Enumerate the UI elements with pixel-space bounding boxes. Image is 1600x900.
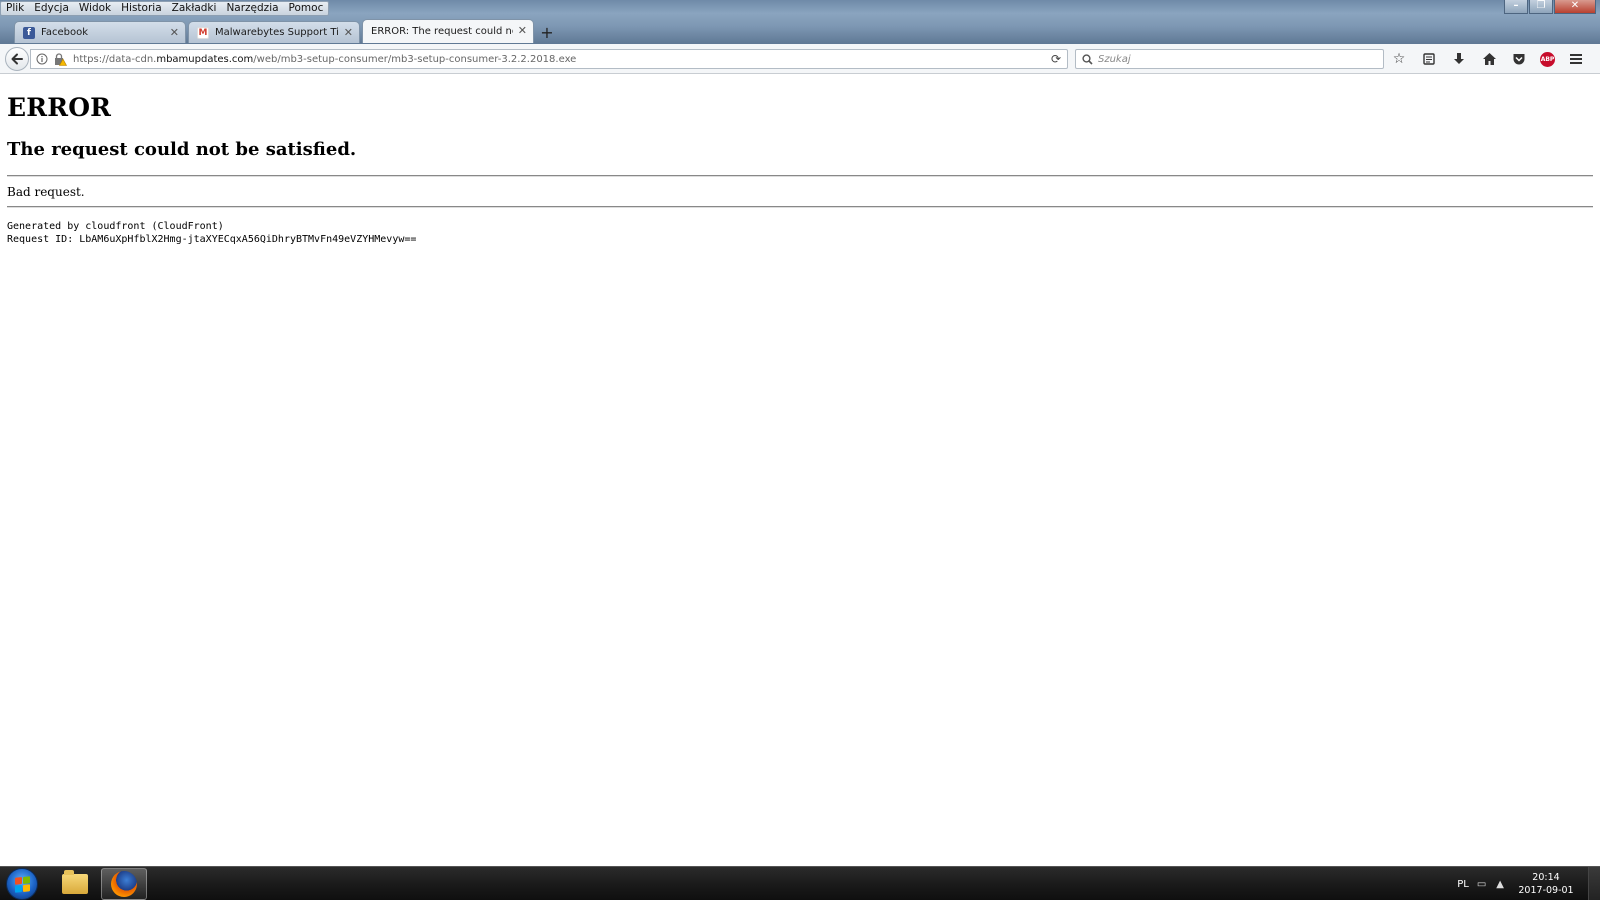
pocket-icon[interactable] [1510, 50, 1528, 68]
restore-button[interactable]: ❐ [1529, 0, 1553, 14]
search-placeholder: Szukaj [1098, 53, 1131, 65]
divider [7, 206, 1593, 208]
menu-history[interactable]: Historia [116, 2, 167, 15]
gmail-icon: M [197, 26, 209, 39]
toolbar-icons: ☆ ABP [1390, 50, 1585, 68]
tab-title: Facebook [41, 27, 88, 38]
tab-malwarebytes-ticket[interactable]: M Malwarebytes Support Ticket ✕ [188, 21, 360, 43]
folder-icon [62, 870, 88, 894]
close-icon[interactable]: ✕ [170, 26, 179, 39]
tab-strip: f Facebook ✕ M Malwarebytes Support Tick… [0, 19, 1600, 43]
download-icon[interactable] [1450, 50, 1468, 68]
windows-taskbar: PL ▭ ▲ 20:14 2017-09-01 [0, 866, 1600, 900]
clock-date: 2017-09-01 [1518, 885, 1574, 896]
clock[interactable]: 20:14 2017-09-01 [1514, 871, 1578, 897]
cloudfront-details: Generated by cloudfront (CloudFront) Requ… [7, 220, 1593, 246]
url-prefix: https://data-cdn. [73, 53, 157, 65]
back-button[interactable] [5, 47, 29, 71]
menu-view[interactable]: Widok [74, 2, 116, 15]
language-indicator[interactable]: PL [1457, 879, 1469, 890]
info-icon[interactable] [35, 52, 49, 66]
menu-edit[interactable]: Edycja [29, 2, 74, 15]
new-tab-button[interactable]: + [536, 21, 558, 43]
insecure-lock-warning-icon[interactable] [53, 52, 67, 66]
hamburger-menu-icon[interactable] [1567, 50, 1585, 68]
tab-error-page[interactable]: ERROR: The request could not be satisfie… [362, 19, 534, 43]
menu-bar: Plik Edycja Widok Historia Zakładki Narz… [0, 1, 330, 16]
close-icon[interactable]: ✕ [518, 24, 527, 37]
window-titlebar: Plik Edycja Widok Historia Zakładki Narz… [0, 0, 1600, 44]
show-hidden-icons-icon[interactable]: ▲ [1496, 879, 1504, 890]
home-icon[interactable] [1480, 50, 1498, 68]
close-icon[interactable]: ✕ [344, 26, 353, 39]
start-button[interactable] [6, 868, 38, 900]
request-id-text: Request ID: LbAM6uXpHfblX2Hmg-jtaXYECqxA… [7, 234, 417, 245]
firefox-icon [111, 871, 137, 897]
reading-list-icon[interactable] [1420, 50, 1438, 68]
menu-help[interactable]: Pomoc [284, 2, 329, 15]
url-path: /web/mb3-setup-consumer/mb3-setup-consum… [253, 53, 577, 65]
error-subheading: The request could not be satisfied. [7, 139, 357, 160]
windows-logo-icon [14, 875, 30, 893]
tab-title: Malwarebytes Support Ticket [215, 27, 339, 38]
close-window-button[interactable]: ✕ [1554, 0, 1596, 14]
menu-tools[interactable]: Narzędzia [221, 2, 283, 15]
navigation-toolbar: https://data-cdn.mbamupdates.com/web/mb3… [0, 44, 1600, 74]
show-desktop-button[interactable] [1588, 867, 1600, 900]
url-text: https://data-cdn.mbamupdates.com/web/mb3… [73, 54, 576, 65]
page-content: ERROR The request could not be satisfied… [0, 75, 1600, 865]
system-tray: PL ▭ ▲ 20:14 2017-09-01 [1457, 867, 1600, 900]
search-input[interactable]: Szukaj [1075, 49, 1384, 69]
clock-time: 20:14 [1532, 872, 1560, 883]
tab-title: ERROR: The request could not be satisfie… [371, 26, 513, 37]
error-heading: ERROR [7, 93, 112, 122]
facebook-icon: f [23, 26, 35, 39]
window-controls: – ❐ ✕ [1504, 0, 1596, 14]
taskbar-firefox-button[interactable] [101, 868, 147, 900]
network-icon[interactable]: ▭ [1477, 879, 1486, 890]
reload-icon[interactable]: ⟳ [1051, 52, 1061, 66]
bookmark-star-icon[interactable]: ☆ [1390, 50, 1408, 68]
address-bar[interactable]: https://data-cdn.mbamupdates.com/web/mb3… [30, 49, 1068, 69]
adblock-plus-icon[interactable]: ABP [1540, 51, 1555, 67]
tab-facebook[interactable]: f Facebook ✕ [14, 21, 186, 43]
error-message: Bad request. [7, 185, 85, 199]
taskbar-explorer-button[interactable] [52, 868, 98, 900]
url-host: mbamupdates.com [156, 53, 254, 65]
minimize-button[interactable]: – [1504, 0, 1528, 14]
generated-by-text: Generated by cloudfront (CloudFront) [7, 221, 224, 232]
search-icon [1080, 52, 1094, 66]
menu-file[interactable]: Plik [1, 2, 29, 15]
back-arrow-icon [11, 53, 23, 65]
menu-bookmarks[interactable]: Zakładki [167, 2, 222, 15]
